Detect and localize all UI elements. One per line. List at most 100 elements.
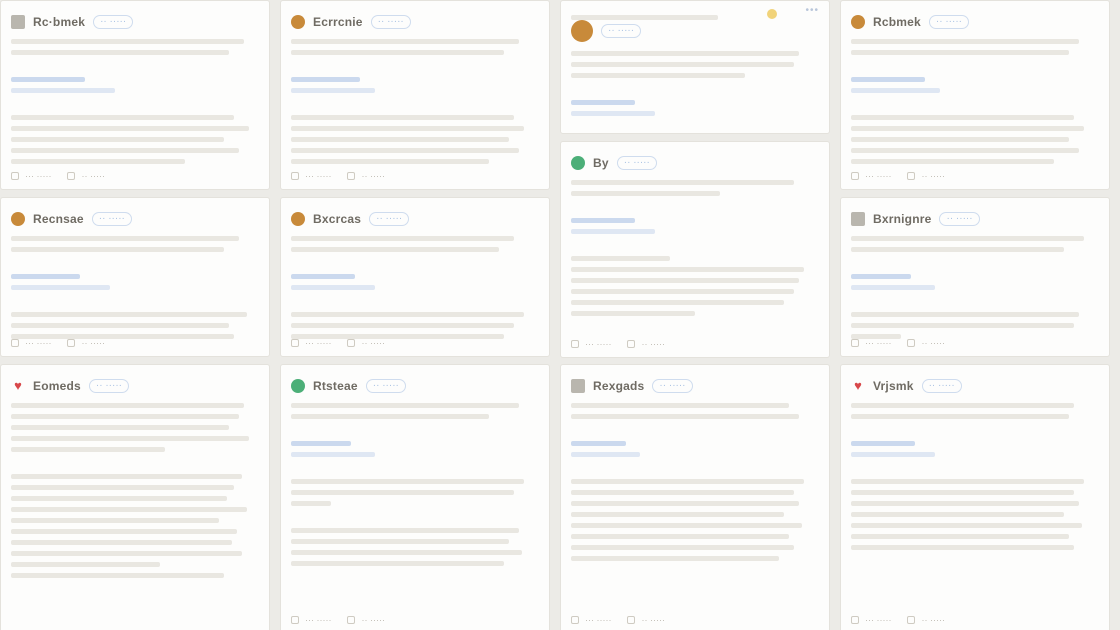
post-card[interactable]: ♥ Vrjsmk ·· ····· ··· ····· ·· ····· — [840, 364, 1110, 630]
card-footer: ··· ····· ·· ····· — [291, 338, 539, 348]
handle-badge[interactable]: ·· ····· — [652, 379, 693, 393]
post-card[interactable]: Recnsae ·· ····· ··· ····· ·· ····· — [0, 197, 270, 357]
post-card[interactable]: Rc·bmek ·· ····· ··· ····· ·· ····· — [0, 0, 270, 190]
card-footer: ··· ····· ·· ····· — [11, 171, 259, 181]
avatar-icon — [11, 212, 25, 226]
avatar-icon — [571, 20, 593, 42]
card-footer: ··· ····· ·· ····· — [851, 338, 1099, 348]
handle-badge[interactable]: ·· ····· — [370, 15, 411, 29]
share-label: ·· ····· — [361, 171, 385, 181]
share-label: ·· ····· — [921, 171, 945, 181]
handle-badge[interactable]: ·· ····· — [601, 24, 642, 38]
author-name[interactable]: Rtsteae — [313, 379, 358, 393]
reply-label: ··· ····· — [865, 338, 892, 348]
author-name[interactable]: Eomeds — [33, 379, 81, 393]
post-card[interactable]: Rcbmek ·· ····· ··· ····· ·· ····· — [840, 0, 1110, 190]
author-name[interactable]: Vrjsmk — [873, 379, 914, 393]
share-action[interactable]: ·· ····· — [627, 339, 665, 349]
share-icon — [907, 172, 916, 180]
reply-label: ··· ····· — [865, 615, 892, 625]
reply-label: ··· ····· — [25, 171, 52, 181]
post-card[interactable]: ♥ Eomeds ·· ····· — [0, 364, 270, 630]
reply-icon — [851, 172, 859, 180]
card-footer: ··· ····· ·· ····· — [851, 615, 1099, 625]
reply-icon — [291, 339, 299, 347]
handle-badge[interactable]: ·· ····· — [616, 156, 657, 170]
share-icon — [67, 339, 76, 347]
heart-icon: ♥ — [854, 378, 862, 393]
post-card[interactable]: Rexgads ·· ····· ··· ····· ·· ····· — [560, 364, 830, 630]
share-label: ·· ····· — [921, 338, 945, 348]
share-action[interactable]: ·· ····· — [67, 338, 105, 348]
reply-action[interactable]: ··· ····· — [291, 171, 331, 181]
share-action[interactable]: ·· ····· — [347, 615, 385, 625]
post-card[interactable]: ••• ·· ····· — [560, 0, 830, 134]
reply-action[interactable]: ··· ····· — [291, 338, 331, 348]
reply-action[interactable]: ··· ····· — [291, 615, 331, 625]
reply-action[interactable]: ··· ····· — [851, 338, 891, 348]
post-card[interactable]: Bxcrcas ·· ····· ··· ····· ·· ····· — [280, 197, 550, 357]
author-name[interactable]: Rc·bmek — [33, 15, 85, 29]
avatar-icon — [851, 15, 865, 29]
post-body — [11, 236, 259, 339]
share-label: ·· ····· — [361, 615, 385, 625]
share-label: ·· ····· — [921, 615, 945, 625]
share-action[interactable]: ·· ····· — [907, 171, 945, 181]
share-action[interactable]: ·· ····· — [627, 615, 665, 625]
avatar-icon — [571, 156, 585, 170]
share-action[interactable]: ·· ····· — [347, 338, 385, 348]
reply-label: ··· ····· — [585, 339, 612, 349]
author-name[interactable]: Ecrrcnie — [313, 15, 363, 29]
author-name[interactable]: Rcbmek — [873, 15, 921, 29]
post-card[interactable]: Ecrrcnie ·· ····· ··· ····· ·· ····· — [280, 0, 550, 190]
reply-action[interactable]: ··· ····· — [11, 338, 51, 348]
reply-label: ··· ····· — [305, 171, 332, 181]
share-icon — [627, 616, 636, 624]
share-action[interactable]: ·· ····· — [67, 171, 105, 181]
post-body — [291, 403, 539, 566]
handle-badge[interactable]: ·· ····· — [939, 212, 980, 226]
post-card[interactable]: By ·· ····· ··· ····· ·· ····· — [560, 141, 830, 358]
reply-action[interactable]: ··· ····· — [851, 615, 891, 625]
reply-icon — [851, 339, 859, 347]
reply-action[interactable]: ··· ····· — [851, 171, 891, 181]
share-icon — [907, 339, 916, 347]
reply-action[interactable]: ··· ····· — [571, 339, 611, 349]
share-action[interactable]: ·· ····· — [907, 338, 945, 348]
reply-icon — [851, 616, 859, 624]
author-name[interactable]: Bxcrcas — [313, 212, 361, 226]
author-name[interactable]: Recnsae — [33, 212, 84, 226]
post-card[interactable]: Bxrnignre ·· ····· ··· ····· ·· ····· — [840, 197, 1110, 357]
handle-badge[interactable]: ·· ····· — [88, 379, 129, 393]
handle-badge[interactable]: ·· ····· — [369, 212, 410, 226]
reply-action[interactable]: ··· ····· — [11, 171, 51, 181]
card-footer: ··· ····· ·· ····· — [11, 338, 259, 348]
reply-icon — [291, 616, 299, 624]
heart-icon: ♥ — [14, 378, 22, 393]
share-label: ·· ····· — [81, 171, 105, 181]
reply-icon — [291, 172, 299, 180]
author-name[interactable]: Rexgads — [593, 379, 644, 393]
card-footer: ··· ····· ·· ····· — [291, 171, 539, 181]
handle-badge[interactable]: ·· ····· — [928, 15, 969, 29]
document-icon — [851, 212, 865, 226]
handle-badge[interactable]: ·· ····· — [365, 379, 406, 393]
handle-badge[interactable]: ·· ····· — [921, 379, 962, 393]
handle-badge[interactable]: ·· ····· — [91, 212, 132, 226]
author-name[interactable]: Bxrnignre — [873, 212, 931, 226]
share-icon — [347, 172, 356, 180]
card-footer: ··· ····· ·· ····· — [571, 615, 819, 625]
share-label: ·· ····· — [81, 338, 105, 348]
reply-label: ··· ····· — [585, 615, 612, 625]
author-name[interactable]: By — [593, 156, 609, 170]
handle-badge[interactable]: ·· ····· — [93, 15, 134, 29]
post-body — [571, 51, 819, 116]
share-action[interactable]: ·· ····· — [347, 171, 385, 181]
post-card[interactable]: Rtsteae ·· ····· ··· ····· ·· ····· — [280, 364, 550, 630]
post-body — [291, 236, 539, 339]
reply-action[interactable]: ··· ····· — [571, 615, 611, 625]
reply-label: ··· ····· — [305, 338, 332, 348]
more-icon[interactable]: ••• — [805, 5, 819, 16]
share-action[interactable]: ·· ····· — [907, 615, 945, 625]
avatar-icon — [291, 379, 305, 393]
